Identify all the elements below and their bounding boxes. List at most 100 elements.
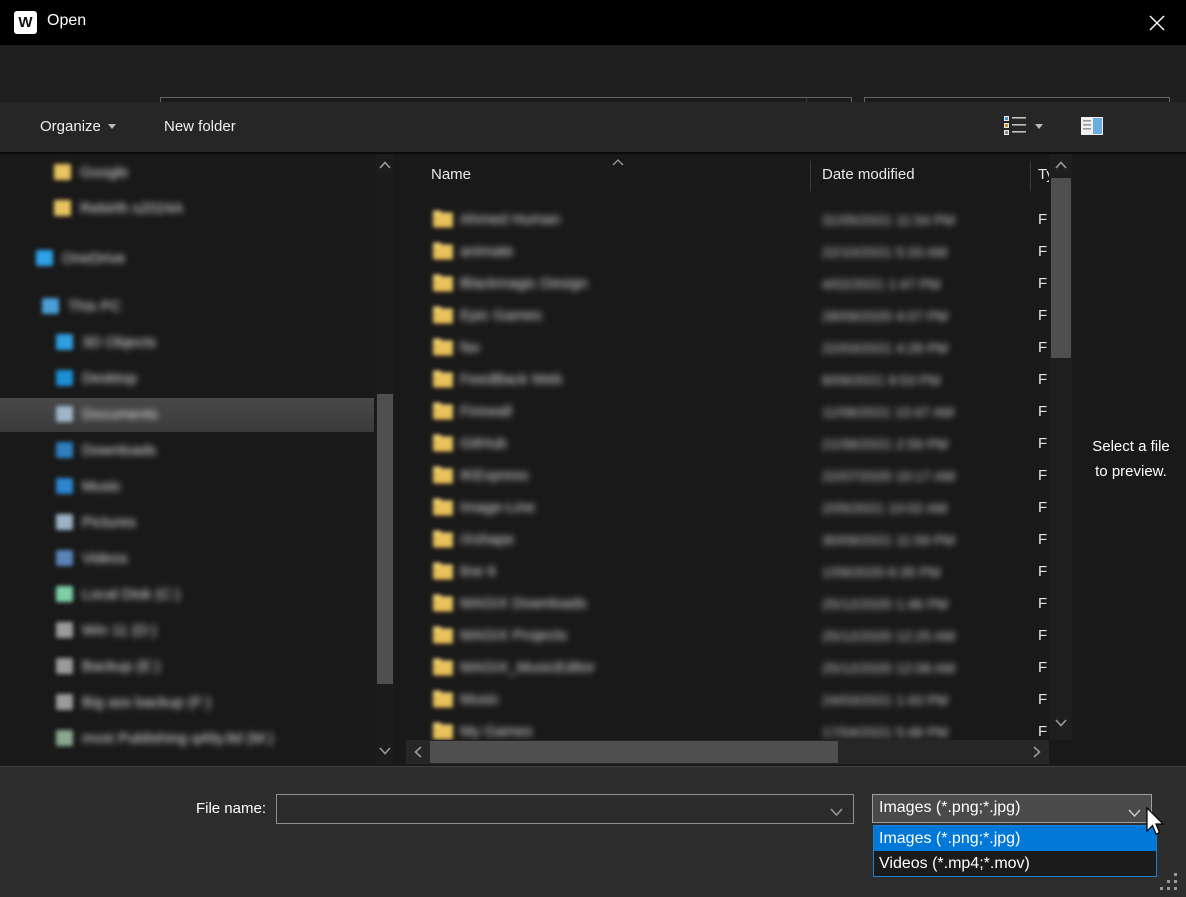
horizontal-scroll-thumb[interactable] bbox=[430, 741, 838, 763]
sidebar-item-big-ass-backup-f-[interactable]: Big ass backup (F:) bbox=[0, 686, 374, 720]
file-row[interactable]: Music 24/03/2021 1:43 PM F bbox=[406, 684, 1049, 716]
sidebar-scrollbar[interactable] bbox=[376, 154, 394, 764]
sidebar-item-documents[interactable]: Documents bbox=[0, 398, 374, 432]
sidebar-item-label: OneDrive bbox=[62, 250, 125, 267]
scroll-down-icon[interactable] bbox=[376, 742, 394, 760]
file-row[interactable]: Ahmed Human 31/05/2021 11:54 PM F bbox=[406, 204, 1049, 236]
new-folder-button[interactable]: New folder bbox=[164, 118, 236, 135]
sort-ascending-icon bbox=[612, 154, 624, 170]
file-type: F bbox=[1038, 243, 1047, 260]
list-scroll-thumb[interactable] bbox=[1051, 178, 1071, 358]
file-date-modified: 25/12/2020 12:25 AM bbox=[822, 628, 955, 644]
file-date-modified: 30/09/2021 11:59 PM bbox=[822, 532, 955, 548]
folder-icon bbox=[432, 465, 454, 485]
folder-icon bbox=[432, 497, 454, 517]
file-row[interactable]: Image-Line 2/05/2021 10:02 AM F bbox=[406, 492, 1049, 524]
resize-grip[interactable] bbox=[1160, 873, 1180, 893]
sidebar-item-this-pc[interactable]: This PC bbox=[0, 290, 374, 324]
file-type: F bbox=[1038, 531, 1047, 548]
sidebar-item-videos[interactable]: Videos bbox=[0, 542, 374, 576]
sidebar-item-label: Downloads bbox=[82, 442, 156, 459]
sidebar-item-label: Documents bbox=[82, 406, 158, 423]
file-row[interactable]: MAGIX Projects 25/12/2020 12:25 AM F bbox=[406, 620, 1049, 652]
column-header-name[interactable]: Name bbox=[431, 166, 471, 183]
file-date-modified: 22/07/2020 10:17 AM bbox=[822, 468, 955, 484]
pictures-icon bbox=[56, 514, 73, 530]
file-row[interactable]: iXshape 30/09/2021 11:59 PM F bbox=[406, 524, 1049, 556]
file-name: Epic Games bbox=[460, 307, 542, 324]
file-date-modified: 2/05/2021 10:02 AM bbox=[822, 500, 947, 516]
network-drive-icon bbox=[56, 730, 73, 746]
column-header-type[interactable]: Type bbox=[1038, 166, 1049, 183]
file-type: F bbox=[1038, 627, 1047, 644]
sidebar-item-rebirth-s2024a[interactable]: Rebirth s2024A bbox=[0, 192, 374, 226]
file-row[interactable]: line 6 1/09/2020 6:35 PM F bbox=[406, 556, 1049, 588]
desktop-icon bbox=[56, 370, 73, 386]
music-icon bbox=[56, 478, 73, 494]
close-icon bbox=[1149, 15, 1165, 31]
organize-button[interactable]: Organize bbox=[40, 118, 116, 135]
file-row[interactable]: Epic Games 28/09/2020 4:07 PM F bbox=[406, 300, 1049, 332]
sidebar-item-google[interactable]: Google bbox=[0, 156, 374, 190]
file-name: Image-Line bbox=[460, 499, 535, 516]
sidebar-item-local-disk-c-[interactable]: Local Disk (C:) bbox=[0, 578, 374, 612]
sidebar-item-label: This PC bbox=[68, 298, 121, 315]
file-row[interactable]: My Games 17/04/2021 5:48 PM F bbox=[406, 716, 1049, 740]
file-type-option[interactable]: Images (*.png;*.jpg) bbox=[874, 826, 1156, 851]
sidebar-item-music[interactable]: Music bbox=[0, 470, 374, 504]
sidebar-item-backup-e-[interactable]: Backup (E:) bbox=[0, 650, 374, 684]
file-row[interactable]: Firewall 11/06/2021 10:47 AM F bbox=[406, 396, 1049, 428]
scroll-right-icon[interactable] bbox=[1025, 740, 1049, 764]
close-button[interactable] bbox=[1140, 8, 1174, 38]
file-row[interactable]: fax 22/03/2021 4:28 PM F bbox=[406, 332, 1049, 364]
file-type-option[interactable]: Videos (*.mp4;*.mov) bbox=[874, 851, 1156, 876]
folder-icon bbox=[432, 337, 454, 357]
scroll-up-icon[interactable] bbox=[376, 156, 394, 174]
file-row[interactable]: Blackmagic Design 4/02/2021 1:47 PM F bbox=[406, 268, 1049, 300]
sidebar-item-mvst-publishing-q49y-ltd-m-[interactable]: mvst Publishing q49y.ltd (M:) bbox=[0, 722, 374, 756]
file-name-combo[interactable] bbox=[276, 794, 854, 824]
sidebar-item-label: Local Disk (C:) bbox=[82, 586, 180, 603]
mouse-cursor bbox=[1145, 807, 1167, 842]
list-horizontal-scrollbar[interactable] bbox=[406, 740, 1049, 764]
file-type-select[interactable]: Images (*.png;*.jpg) bbox=[872, 794, 1152, 823]
folder-icon bbox=[432, 593, 454, 613]
change-view-button[interactable] bbox=[1002, 114, 1043, 138]
preview-pane-icon bbox=[1080, 116, 1104, 136]
column-divider[interactable] bbox=[810, 161, 811, 191]
sidebar-item-downloads[interactable]: Downloads bbox=[0, 434, 374, 468]
file-row[interactable]: MAGIX_MusicEditor 25/12/2020 12:08 AM F bbox=[406, 652, 1049, 684]
file-row[interactable]: MAGIX Downloads 25/12/2020 1:46 PM F bbox=[406, 588, 1049, 620]
file-type: F bbox=[1038, 659, 1047, 676]
sidebar-item-onedrive[interactable]: OneDrive bbox=[0, 242, 374, 276]
file-type: F bbox=[1038, 275, 1047, 292]
file-row[interactable]: IKExpress 22/07/2020 10:17 AM F bbox=[406, 460, 1049, 492]
sidebar-item-3d-objects[interactable]: 3D Objects bbox=[0, 326, 374, 360]
file-name: Ahmed Human bbox=[460, 211, 560, 228]
column-header-date-modified[interactable]: Date modified bbox=[822, 166, 915, 183]
title-bar: W Open bbox=[0, 0, 1186, 45]
chevron-down-icon[interactable] bbox=[830, 804, 843, 822]
file-date-modified: 22/10/2021 5:33 AM bbox=[822, 244, 947, 260]
local-disk-icon bbox=[56, 586, 73, 602]
file-name-input[interactable] bbox=[283, 798, 823, 820]
folder-icon bbox=[432, 657, 454, 677]
scroll-down-icon[interactable] bbox=[1050, 714, 1072, 732]
column-divider[interactable] bbox=[1030, 161, 1031, 191]
file-type: F bbox=[1038, 211, 1047, 228]
chevron-down-icon bbox=[1128, 805, 1141, 823]
sidebar-item-desktop[interactable]: Desktop bbox=[0, 362, 374, 396]
sidebar-item-win-11-d-[interactable]: Win 11 (D:) bbox=[0, 614, 374, 648]
file-row[interactable]: GitHub 21/06/2021 2:59 PM F bbox=[406, 428, 1049, 460]
sidebar-scroll-thumb[interactable] bbox=[377, 394, 393, 684]
preview-pane-button[interactable] bbox=[1080, 116, 1104, 136]
scroll-left-icon[interactable] bbox=[406, 740, 430, 764]
sidebar-item-pictures[interactable]: Pictures bbox=[0, 506, 374, 540]
file-type-dropdown: Images (*.png;*.jpg)Videos (*.mp4;*.mov) bbox=[873, 825, 1157, 877]
scroll-up-icon[interactable] bbox=[1050, 156, 1072, 174]
list-vertical-scrollbar[interactable] bbox=[1050, 154, 1072, 740]
sidebar-item-label: Big ass backup (F:) bbox=[82, 694, 211, 711]
file-row[interactable]: FeedBack Web 8/09/2021 9:53 PM F bbox=[406, 364, 1049, 396]
file-row[interactable]: animate 22/10/2021 5:33 AM F bbox=[406, 236, 1049, 268]
open-dialog: W Open ← → ↑ bbox=[0, 0, 1186, 897]
